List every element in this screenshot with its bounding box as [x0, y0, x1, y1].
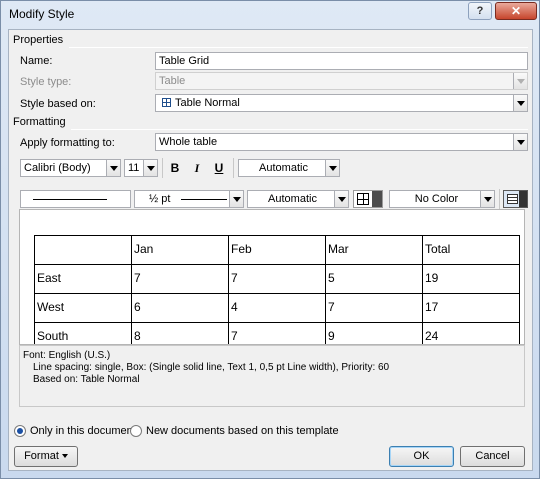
font-size-select[interactable]: 11: [124, 159, 158, 177]
table-cell: 7: [228, 322, 326, 344]
chevron-down-icon[interactable]: [143, 160, 157, 176]
format-button-label: Format: [24, 450, 59, 462]
only-this-document-label[interactable]: Only in this document: [30, 425, 136, 437]
table-row: West 6 4 7 17: [34, 293, 520, 323]
table-cell: Jan: [131, 235, 229, 265]
chevron-down-icon[interactable]: [325, 160, 339, 176]
alignment-button[interactable]: [503, 190, 528, 208]
table-cell: 7: [228, 264, 326, 294]
table-cell: 9: [325, 322, 423, 344]
cancel-button[interactable]: Cancel: [460, 446, 525, 467]
based-on-label: Style based on:: [20, 98, 96, 110]
table-cell: Total: [422, 235, 520, 265]
chevron-down-icon[interactable]: [106, 160, 120, 176]
solid-line-icon: [33, 199, 107, 200]
font-size-value: 11: [128, 162, 140, 174]
style-type-value: Table: [159, 75, 186, 87]
properties-heading: Properties: [13, 34, 64, 46]
chevron-down-icon: [513, 73, 527, 89]
table-cell: 8: [131, 322, 229, 344]
chevron-down-icon[interactable]: [513, 95, 527, 111]
chevron-down-icon[interactable]: [372, 191, 382, 207]
toolbar-separator: [162, 158, 163, 178]
style-type-label: Style type:: [20, 76, 72, 88]
bold-button[interactable]: B: [165, 158, 185, 178]
table-cell: 7: [131, 264, 229, 294]
table-cell: [34, 235, 132, 265]
table-cell: Mar: [325, 235, 423, 265]
table-cell: 5: [325, 264, 423, 294]
description-line: Line spacing: single, Box: (Single solid…: [33, 362, 390, 373]
table-cell: 6: [131, 293, 229, 323]
table-cell: 4: [228, 293, 326, 323]
table-icon: [162, 98, 171, 107]
chevron-down-icon[interactable]: [229, 191, 243, 207]
name-label: Name:: [20, 55, 53, 67]
apply-formatting-select[interactable]: Whole table: [155, 133, 528, 151]
dialog-body: Properties Name: Table Grid Style type: …: [8, 29, 533, 471]
only-this-document-radio[interactable]: [14, 425, 26, 437]
style-preview: Jan Feb Mar Total East 7 7 5 19 West 6 4…: [19, 209, 525, 345]
table-cell: 17: [422, 293, 520, 323]
table-cell: West: [34, 293, 132, 323]
description-line: Font: English (U.S.): [23, 350, 111, 361]
font-name-select[interactable]: Calibri (Body): [20, 159, 121, 177]
style-type-select: Table: [155, 72, 528, 90]
chevron-down-icon[interactable]: [513, 134, 527, 150]
table-row: Jan Feb Mar Total: [34, 235, 520, 265]
border-weight-value: ½ pt: [149, 193, 171, 205]
format-button[interactable]: Format: [14, 446, 78, 467]
properties-divider: [69, 47, 528, 48]
modify-style-dialog: Modify Style ? ✕ Properties Name: Table …: [0, 0, 540, 479]
italic-button[interactable]: I: [187, 158, 207, 178]
font-name-value: Calibri (Body): [24, 162, 91, 174]
table-cell: 7: [325, 293, 423, 323]
ok-button[interactable]: OK: [389, 446, 454, 467]
border-style-select[interactable]: [20, 190, 131, 208]
border-color-select[interactable]: Automatic: [247, 190, 349, 208]
apply-formatting-label: Apply formatting to:: [20, 137, 115, 149]
table-cell: South: [34, 322, 132, 344]
underline-button[interactable]: U: [209, 158, 229, 178]
preview-table: Jan Feb Mar Total East 7 7 5 19 West 6 4…: [34, 235, 520, 344]
chevron-down-icon[interactable]: [334, 191, 348, 207]
chevron-down-icon: [61, 454, 68, 459]
help-button[interactable]: ?: [468, 2, 492, 20]
based-on-value: Table Normal: [175, 97, 240, 109]
shading-value: No Color: [414, 193, 459, 205]
toolbar-separator: [499, 189, 500, 209]
dialog-title: Modify Style: [9, 7, 75, 21]
close-button[interactable]: ✕: [495, 2, 537, 20]
cell-alignment-icon: [507, 194, 518, 204]
formatting-divider: [71, 129, 528, 130]
border-weight-select[interactable]: ½ pt: [134, 190, 244, 208]
new-documents-label[interactable]: New documents based on this template: [146, 425, 339, 437]
chevron-down-icon[interactable]: [480, 191, 494, 207]
style-description: Font: English (U.S.) Line spacing: singl…: [19, 345, 525, 407]
all-borders-icon: [357, 193, 369, 205]
apply-formatting-value: Whole table: [159, 136, 218, 148]
table-cell: 24: [422, 322, 520, 344]
description-line: Based on: Table Normal: [33, 374, 140, 385]
table-cell: East: [34, 264, 132, 294]
font-color-value: Automatic: [259, 162, 308, 174]
new-documents-radio[interactable]: [130, 425, 142, 437]
table-cell: Feb: [228, 235, 326, 265]
borders-button[interactable]: [353, 190, 383, 208]
chevron-down-icon[interactable]: [519, 191, 527, 207]
table-row: East 7 7 5 19: [34, 264, 520, 294]
based-on-select[interactable]: Table Normal: [155, 94, 528, 112]
formatting-heading: Formatting: [13, 116, 66, 128]
font-color-select[interactable]: Automatic: [238, 159, 340, 177]
shading-select[interactable]: No Color: [389, 190, 495, 208]
table-cell: 19: [422, 264, 520, 294]
title-bar[interactable]: Modify Style ? ✕: [1, 1, 539, 29]
border-color-value: Automatic: [268, 193, 317, 205]
table-row: South 8 7 9 24: [34, 322, 520, 344]
name-input[interactable]: Table Grid: [155, 52, 528, 70]
weight-line-icon: [181, 199, 227, 200]
toolbar-separator: [233, 158, 234, 178]
